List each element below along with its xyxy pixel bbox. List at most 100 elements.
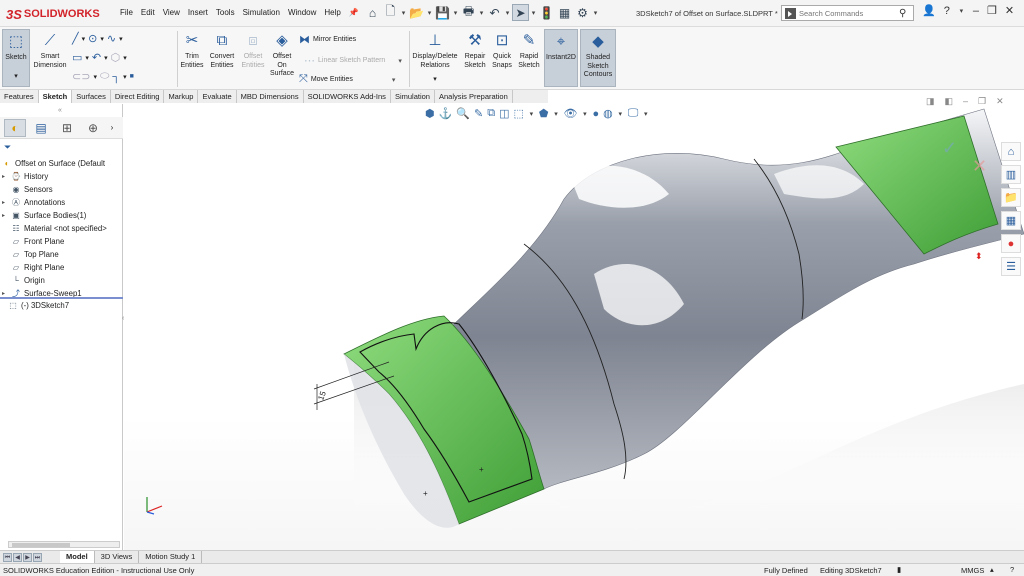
chevron-down-icon[interactable]: ▾ [433,76,437,85]
linear-pattern-button[interactable]: ⋯ Linear Sketch Pattern ▾ [304,54,402,67]
sketch-point[interactable]: + [423,489,428,498]
rollback-bar[interactable] [0,297,123,299]
view-orientation-icon[interactable]: ⬢ [425,107,435,120]
view-settings-icon[interactable]: 🖵 [628,107,639,120]
tree-item-sensors[interactable]: ◉ Sensors [2,184,53,194]
trim-entities-button[interactable]: ✂ Trim Entities [179,31,205,70]
chevron-down-icon[interactable]: ▾ [398,57,402,65]
custom-properties-icon[interactable]: ☰ [1001,257,1021,276]
feature-manager-tab-icon[interactable]: ◐ [4,118,26,137]
open-folder-icon[interactable]: 📂 [408,4,425,21]
pin-icon[interactable]: 📌 [349,8,359,17]
split-view-icon[interactable]: ◨ [926,96,935,107]
menu-window[interactable]: Window [288,8,316,17]
chevron-down-icon[interactable]: ▾ [100,35,104,43]
chevron-down-icon[interactable]: ▾ [14,73,18,82]
tree-root-part[interactable]: ◐ Offset on Surface (Default [2,158,105,168]
hide-show-items-icon[interactable]: 👁 [563,107,577,120]
status-units[interactable]: MMGS [961,566,984,575]
cancel-x-icon[interactable]: ✕ [972,156,987,176]
solidworks-resources-icon[interactable]: ⌂ [1001,142,1021,161]
offset-on-surface-button[interactable]: ◈ Offset On Surface [268,31,296,79]
tab-mbd-dimensions[interactable]: MBD Dimensions [237,90,304,103]
design-library-icon[interactable]: ▥ [1001,165,1021,184]
home-icon[interactable]: ⌂ [364,4,381,21]
move-entities-button[interactable]: ⤧ Move Entities ▾ [299,73,395,86]
arc-icon[interactable]: ↶ [92,51,101,64]
tab-model[interactable]: Model [60,551,95,563]
help-icon[interactable]: ? [944,5,950,17]
chevron-down-icon[interactable]: ▾ [528,110,535,118]
minimize-icon[interactable]: – [973,5,979,17]
chevron-down-icon[interactable]: ▾ [82,35,86,43]
scrollbar-thumb[interactable] [12,543,70,547]
menu-help[interactable]: Help [324,8,340,17]
tab-features[interactable]: Features [0,90,39,103]
shaded-sketch-contours-button[interactable]: ◆ Shaded Sketch Contours [580,29,616,87]
search-box[interactable]: ⚲ [781,5,914,21]
display-delete-relations-button[interactable]: ⊥ Display/Delete Relations ▾ [411,31,459,85]
tree-item-material[interactable]: ☷ Material <not specified> [2,223,106,233]
chevron-down-icon[interactable]: ▾ [617,110,624,118]
appearances-icon[interactable]: ● [1001,234,1021,253]
chevron-right-icon[interactable]: › [108,119,116,137]
spline-icon[interactable]: ∿ [107,32,116,45]
traffic-light-icon[interactable]: 🚦 [538,4,555,21]
graphics-area[interactable]: 15 + + ⬍ ✓ ✕ [124,104,1024,550]
chevron-down-icon[interactable]: ▾ [504,9,511,17]
first-tab-icon[interactable]: ⏮ [3,553,12,562]
chevron-down-icon[interactable]: ▾ [530,9,537,17]
chevron-down-icon[interactable]: ▾ [478,9,485,17]
menu-file[interactable]: File [120,8,133,17]
menu-tools[interactable]: Tools [216,8,235,17]
rapid-sketch-button[interactable]: ✎ Rapid Sketch [516,31,542,70]
tree-item-3dsketch[interactable]: ⬚ (-) 3DSketch7 [8,300,69,310]
next-tab-icon[interactable]: ▶ [23,553,32,562]
chevron-down-icon[interactable]: ▾ [552,110,559,118]
filter-icon[interactable]: ⏷ [4,142,11,153]
circle-icon[interactable]: ⊙ [88,32,97,45]
tree-item-origin[interactable]: └ Origin [2,275,45,285]
zoom-to-fit-icon[interactable]: ⚓ [439,107,453,120]
rebuild-icon[interactable]: ▮ [897,565,901,574]
tab-surfaces[interactable]: Surfaces [72,90,111,103]
tab-markup[interactable]: Markup [164,90,199,103]
chevron-down-icon[interactable]: ▾ [119,35,123,43]
tree-item-top-plane[interactable]: ▱ Top Plane [2,249,59,259]
tab-solidworks-add-ins[interactable]: SOLIDWORKS Add-Ins [304,90,391,103]
chevron-down-icon[interactable]: ▾ [581,110,588,118]
viewport-close-icon[interactable]: ✕ [996,96,1004,107]
tree-item-right-plane[interactable]: ▱ Right Plane [2,262,64,272]
property-manager-tab-icon[interactable]: ▤ [30,119,52,137]
close-icon[interactable]: ✕ [1005,4,1014,17]
rectangle-icon[interactable]: ▭ [72,51,82,64]
chevron-down-icon[interactable]: ▾ [958,7,965,15]
undo-icon[interactable]: ↶ [486,4,503,21]
tab-simulation[interactable]: Simulation [391,90,435,103]
sketch-point[interactable]: + [479,465,484,474]
chevron-down-icon[interactable]: ▾ [104,54,108,62]
view-palette-icon[interactable]: ▦ [1001,211,1021,230]
menu-view[interactable]: View [163,8,180,17]
confirm-check-icon[interactable]: ✓ [942,138,957,158]
chevron-up-icon[interactable]: ▴ [990,565,994,574]
sketch-button[interactable]: ⬚ Sketch ▾ [2,29,30,87]
quick-snaps-button[interactable]: ⊡ Quick Snaps [490,31,514,70]
solidworks-logo[interactable]: 3S SOLIDWORKS [6,6,100,22]
prev-tab-icon[interactable]: ◀ [13,553,22,562]
chevron-down-icon[interactable]: ▾ [400,9,407,17]
dynamic-annotation-icon[interactable]: ◫ [499,107,509,120]
tab-analysis-preparation[interactable]: Analysis Preparation [435,90,513,103]
save-icon[interactable]: 💾 [434,4,451,21]
file-explorer-icon[interactable]: 📁 [1001,188,1021,207]
section-view-icon[interactable]: ⧉ [487,107,495,120]
new-document-icon[interactable]: 🗋 [382,4,399,21]
restore-icon[interactable]: ❐ [987,4,997,17]
tree-item-history[interactable]: ▸ ⌚ History [2,171,48,181]
edit-appearance-icon[interactable]: ● [592,108,599,120]
zoom-to-area-icon[interactable]: 🔍 [456,107,470,120]
offset-entities-button[interactable]: ⧈ Offset Entities [239,31,267,70]
horizontal-scrollbar[interactable] [8,541,120,548]
viewport-restore-icon[interactable]: ◧ [945,96,954,107]
viewport-maximize-icon[interactable]: ❐ [978,96,986,107]
